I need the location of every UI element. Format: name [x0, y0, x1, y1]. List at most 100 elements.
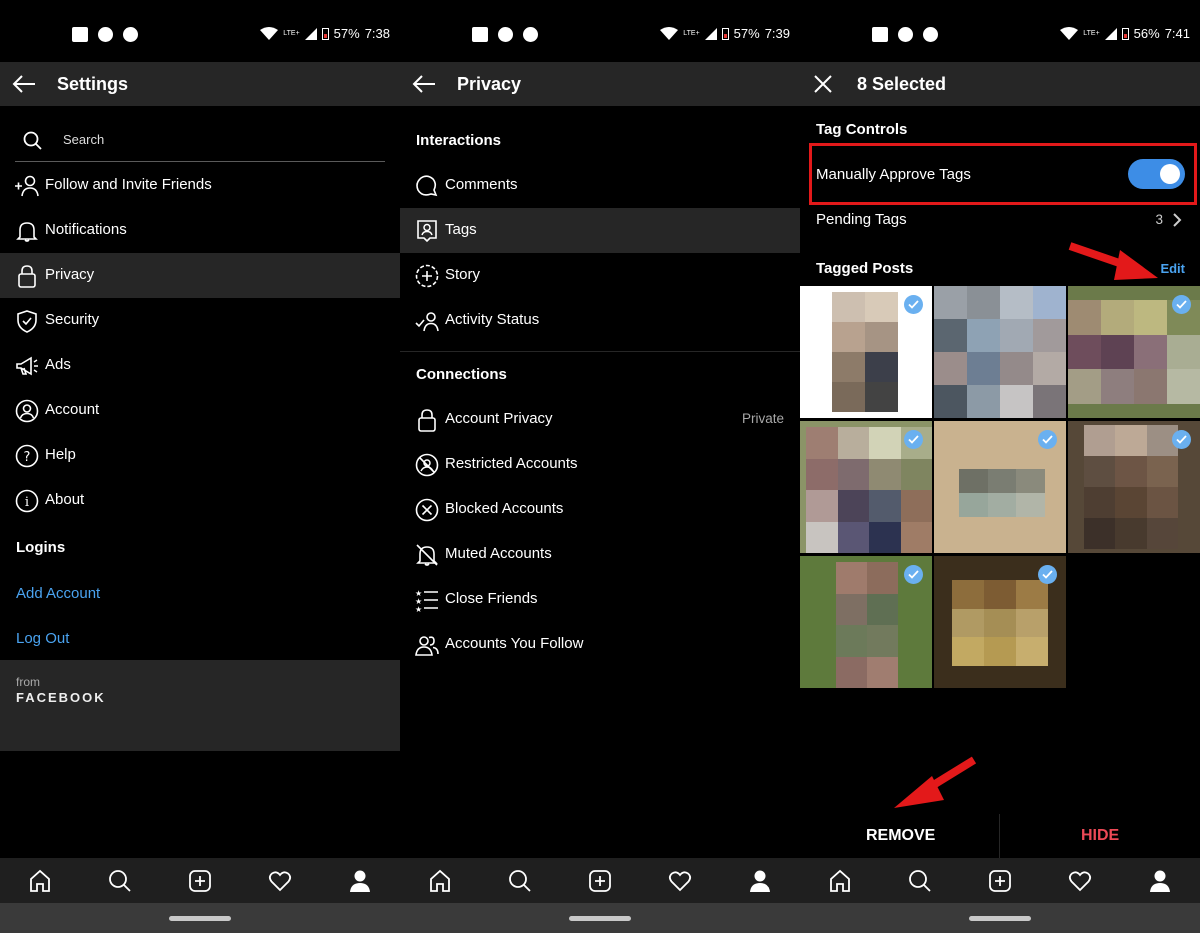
privacy-item-activity-status[interactable]: Activity Status — [400, 298, 800, 343]
tag-controls-screen: LTE+ 56% 7:41 8 Selected Tag Controls Ma… — [800, 0, 1200, 933]
privacy-item-comments[interactable]: Comments — [400, 163, 800, 208]
selected-check-icon — [904, 430, 923, 449]
privacy-item-muted[interactable]: Muted Accounts — [400, 532, 800, 577]
privacy-screen: LTE+ 57% 7:39 Privacy Interactions Comme… — [400, 0, 800, 933]
bottom-nav — [0, 858, 400, 903]
item-label: Account Privacy — [445, 410, 553, 427]
settings-item-notifications[interactable]: Notifications — [0, 208, 400, 253]
connections-heading: Connections — [416, 366, 507, 383]
heart-icon[interactable] — [1065, 866, 1095, 896]
lock-icon — [418, 409, 436, 432]
hide-button[interactable]: HIDE — [1081, 827, 1119, 845]
svg-text:?: ? — [24, 450, 31, 465]
tagged-post-tile[interactable] — [934, 421, 1066, 553]
selected-check-icon — [1038, 565, 1057, 584]
battery-level: 57% — [733, 26, 760, 41]
home-indicator[interactable] — [969, 916, 1031, 921]
privacy-item-close-friends[interactable]: ★ ★ ★ Close Friends — [400, 577, 800, 622]
tagged-post-tile[interactable] — [800, 421, 932, 553]
settings-item-security[interactable]: Security — [0, 298, 400, 343]
clock: 7:38 — [364, 26, 390, 41]
gesture-bar — [400, 903, 800, 933]
heart-icon[interactable] — [665, 866, 695, 896]
new-post-icon[interactable] — [585, 866, 615, 896]
item-label: Activity Status — [445, 311, 540, 328]
wifi-icon — [1060, 26, 1079, 40]
profile-icon[interactable] — [345, 866, 375, 896]
log-out-link[interactable]: Log Out — [16, 630, 69, 647]
muted-bell-icon — [416, 544, 438, 566]
search-icon[interactable] — [105, 866, 135, 896]
blocked-icon — [415, 498, 439, 522]
comment-icon — [416, 175, 438, 197]
toggle-knob — [1160, 164, 1180, 184]
home-icon[interactable] — [25, 866, 55, 896]
tagged-post-tile[interactable] — [934, 556, 1066, 688]
privacy-item-accounts-you-follow[interactable]: Accounts You Follow — [400, 622, 800, 667]
activity-status-icon — [415, 312, 439, 332]
settings-item-privacy[interactable]: Privacy — [0, 253, 400, 298]
item-label: Blocked Accounts — [445, 500, 564, 517]
profile-icon[interactable] — [1145, 866, 1175, 896]
back-arrow-icon[interactable] — [12, 74, 36, 94]
home-icon[interactable] — [425, 866, 455, 896]
new-post-icon[interactable] — [985, 866, 1015, 896]
remove-button[interactable]: REMOVE — [866, 827, 935, 845]
network-type: LTE+ — [683, 30, 700, 37]
battery-icon — [321, 27, 329, 40]
item-label: Tags — [445, 221, 477, 238]
tagged-post-tile[interactable] — [800, 286, 932, 418]
search-field[interactable] — [15, 118, 385, 162]
settings-screen: LTE+ 57% 7:38 Settings Follow and Invite… — [0, 0, 400, 933]
search-icon[interactable] — [505, 866, 535, 896]
item-label: Security — [45, 311, 100, 328]
chrome-icon — [98, 27, 113, 42]
tagged-post-tile[interactable] — [1068, 286, 1200, 418]
add-account-link[interactable]: Add Account — [16, 585, 100, 602]
tagged-post-tile[interactable] — [1068, 421, 1200, 553]
wifi-icon — [660, 26, 679, 40]
app-icon — [523, 27, 538, 42]
search-icon — [23, 131, 42, 150]
selection-title: 8 Selected — [857, 74, 947, 94]
settings-item-account[interactable]: Account — [0, 388, 400, 433]
notification-icon — [872, 27, 888, 42]
home-icon[interactable] — [825, 866, 855, 896]
manually-approve-toggle[interactable] — [1128, 159, 1185, 189]
settings-item-ads[interactable]: Ads — [0, 343, 400, 388]
settings-item-about[interactable]: i About — [0, 478, 400, 523]
item-label: Accounts You Follow — [445, 635, 584, 652]
tag-controls-heading: Tag Controls — [816, 121, 908, 138]
home-indicator[interactable] — [169, 916, 231, 921]
settings-item-follow[interactable]: Follow and Invite Friends — [0, 163, 400, 208]
logins-heading: Logins — [16, 539, 66, 556]
privacy-item-account-privacy[interactable]: Account Privacy Private — [400, 397, 800, 442]
privacy-item-blocked[interactable]: Blocked Accounts — [400, 487, 800, 532]
bottom-nav — [400, 858, 800, 903]
help-icon: ? — [15, 444, 39, 468]
lock-icon — [18, 265, 36, 288]
pending-tags-row[interactable]: Pending Tags 3 — [800, 198, 1200, 243]
home-indicator[interactable] — [569, 916, 631, 921]
search-icon[interactable] — [905, 866, 935, 896]
edit-link[interactable]: Edit — [1160, 261, 1185, 276]
settings-item-help[interactable]: ? Help — [0, 433, 400, 478]
search-input[interactable] — [63, 132, 363, 147]
tagged-post-tile[interactable] — [934, 286, 1066, 418]
heart-icon[interactable] — [265, 866, 295, 896]
item-label: Notifications — [45, 221, 127, 238]
new-post-icon[interactable] — [185, 866, 215, 896]
privacy-item-tags[interactable]: Tags — [400, 208, 800, 253]
tagged-post-tile[interactable] — [800, 556, 932, 688]
privacy-item-restricted[interactable]: Restricted Accounts — [400, 442, 800, 487]
item-label: Muted Accounts — [445, 545, 552, 562]
item-label: Story — [445, 266, 481, 283]
gesture-bar — [0, 903, 400, 933]
add-person-icon — [15, 175, 39, 197]
status-bar: LTE+ 57% 7:39 — [400, 0, 800, 62]
tag-person-icon — [417, 220, 437, 243]
profile-icon[interactable] — [745, 866, 775, 896]
close-icon[interactable] — [814, 75, 832, 93]
back-arrow-icon[interactable] — [412, 74, 436, 94]
privacy-item-story[interactable]: Story — [400, 253, 800, 298]
